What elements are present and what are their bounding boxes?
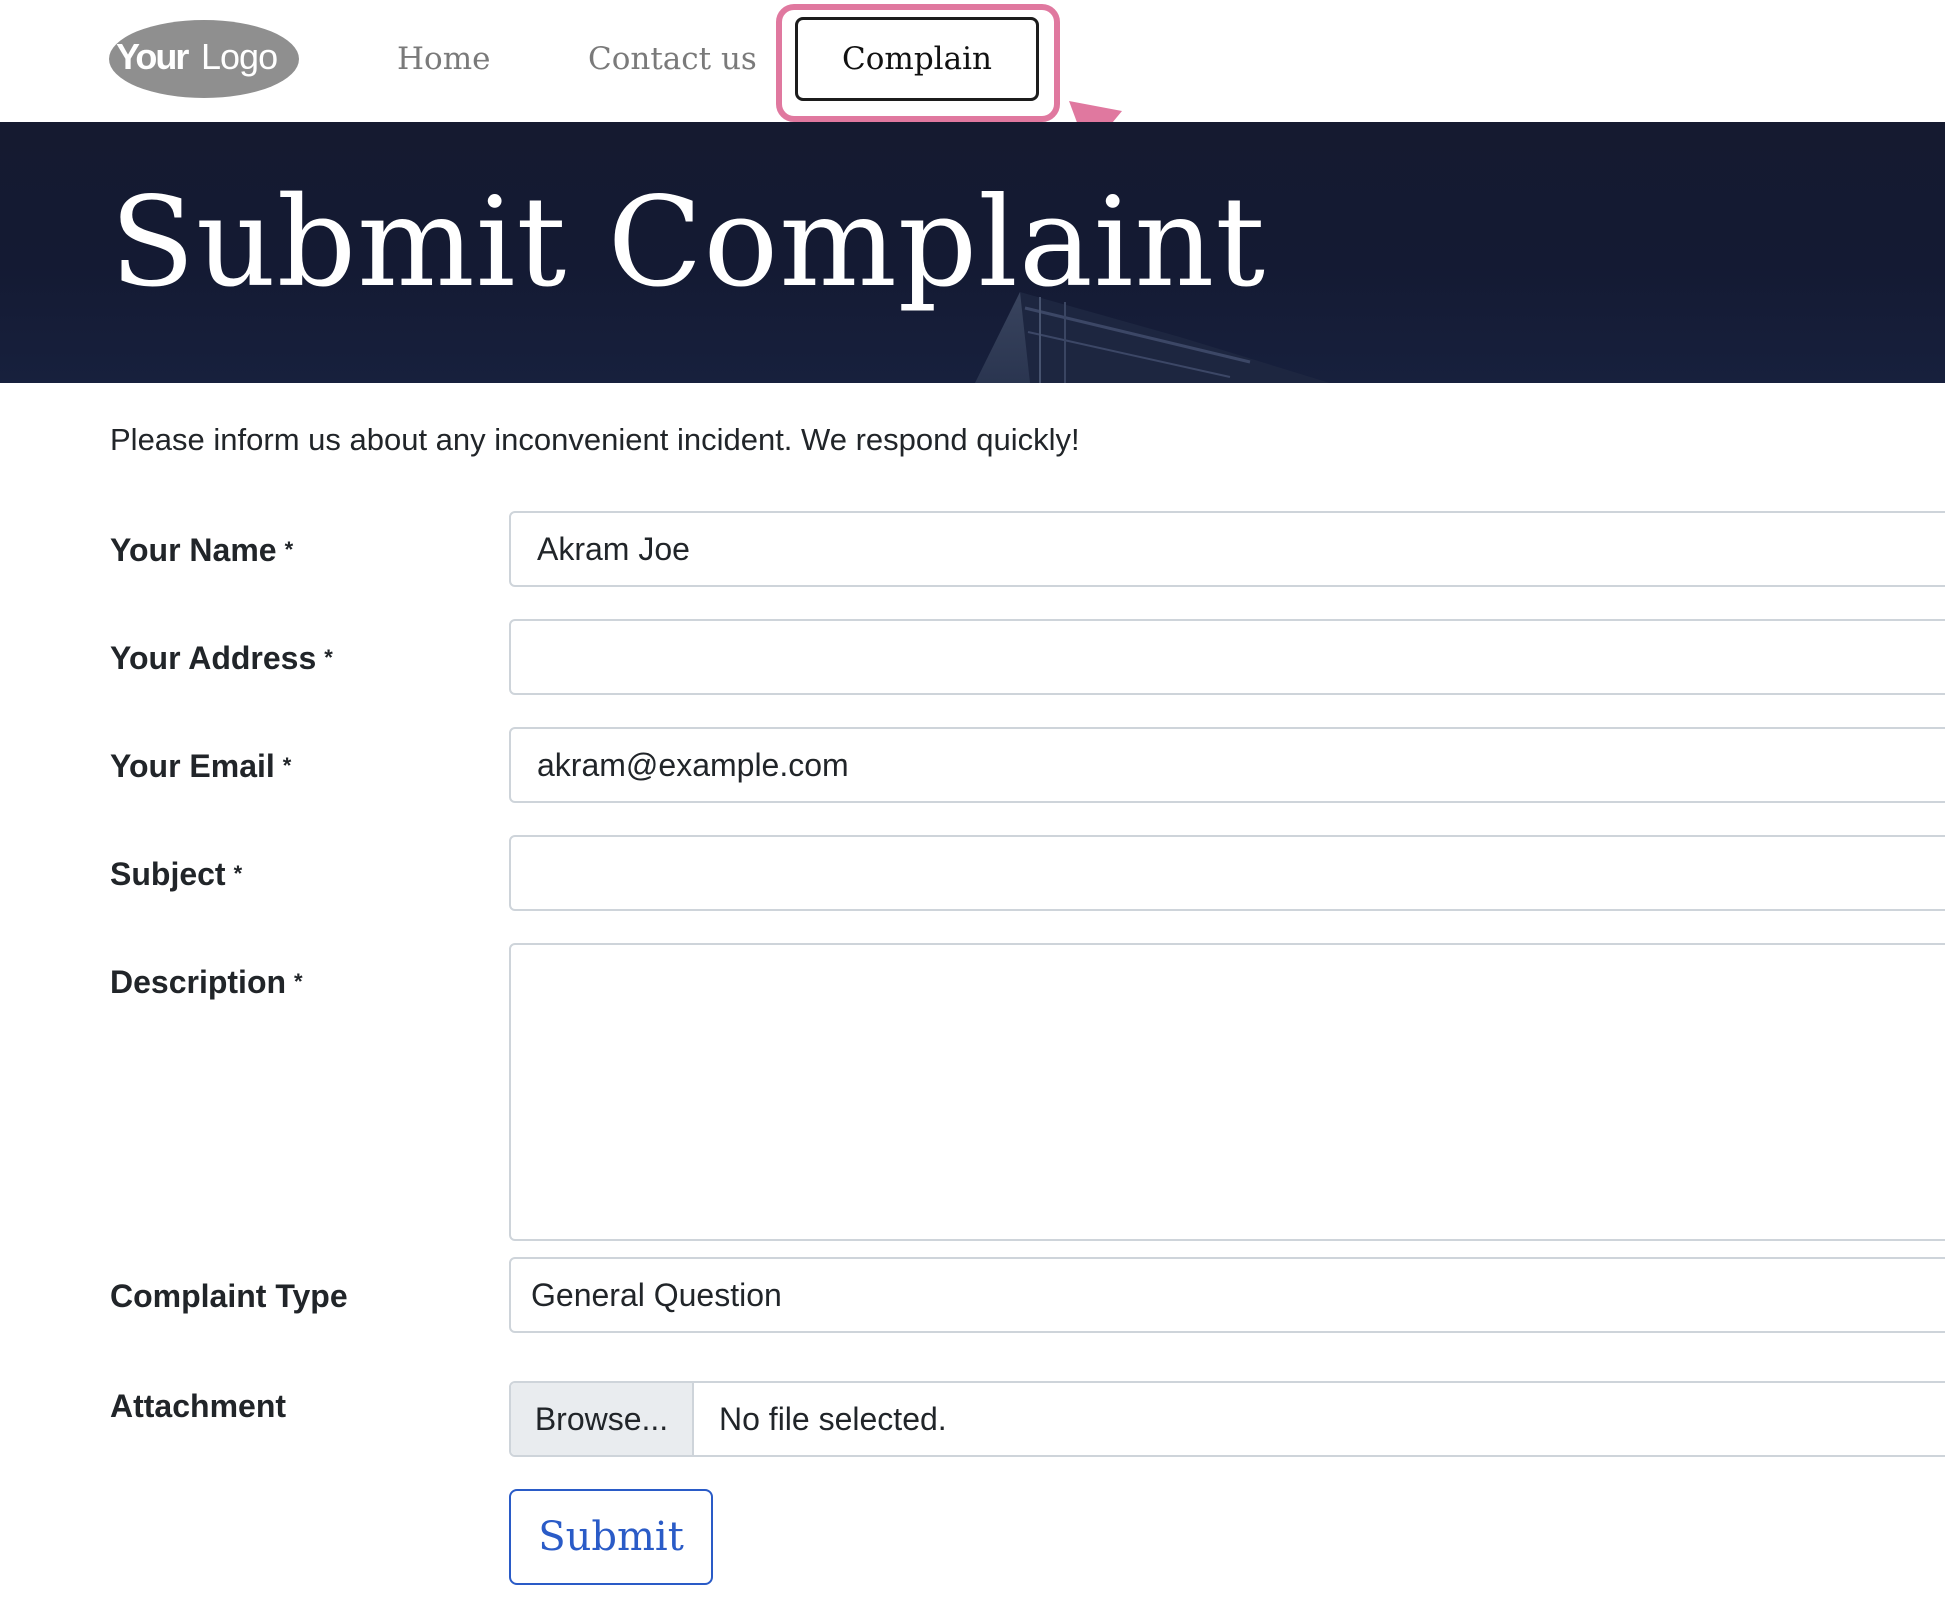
nav-complain-button[interactable]: Complain — [795, 17, 1039, 101]
subject-label: Subject * — [110, 854, 242, 894]
nav-contact-link[interactable]: Contact us — [588, 34, 757, 84]
description-label: Description * — [110, 962, 303, 1002]
required-mark: * — [294, 969, 303, 994]
complaint-type-label: Complaint Type — [110, 1278, 348, 1314]
email-label-text: Your Email — [110, 748, 275, 784]
intro-text: Please inform us about any inconvenient … — [110, 422, 1080, 457]
address-input[interactable] — [509, 619, 1945, 695]
email-label: Your Email * — [110, 746, 291, 786]
complaint-type-select[interactable]: General Question — [509, 1257, 1945, 1333]
logo[interactable]: Your Logo — [108, 18, 300, 100]
name-label: Your Name * — [110, 530, 293, 570]
navbar: Your Logo Home Contact us Complain — [0, 0, 1945, 122]
attachment-label: Attachment — [110, 1388, 287, 1424]
subject-input[interactable] — [509, 835, 1945, 911]
address-label: Your Address * — [110, 638, 333, 678]
required-mark: * — [233, 861, 243, 886]
required-mark: * — [282, 753, 292, 778]
subject-label-text: Subject — [110, 856, 226, 892]
description-label-text: Description — [110, 964, 287, 1000]
logo-your-text: Your — [116, 36, 189, 77]
attachment-file-input[interactable]: Browse... No file selected. — [509, 1381, 1945, 1457]
nav-home-link[interactable]: Home — [397, 34, 490, 84]
name-input[interactable] — [509, 511, 1945, 587]
hero-banner: Submit Complaint — [0, 122, 1945, 383]
browse-button[interactable]: Browse... — [511, 1383, 694, 1455]
email-input[interactable] — [509, 727, 1945, 803]
submit-button[interactable]: Submit — [509, 1489, 713, 1585]
complaint-type-value: General Question — [531, 1277, 782, 1313]
file-status-text: No file selected. — [719, 1401, 947, 1437]
required-mark: * — [284, 537, 294, 562]
name-label-text: Your Name — [110, 532, 277, 568]
logo-logo-text: Logo — [201, 36, 277, 77]
address-label-text: Your Address — [110, 640, 317, 676]
page-title: Submit Complaint — [110, 171, 1267, 315]
logo-image: Your Logo — [109, 20, 299, 98]
required-mark: * — [324, 645, 333, 670]
description-textarea[interactable] — [509, 943, 1945, 1241]
